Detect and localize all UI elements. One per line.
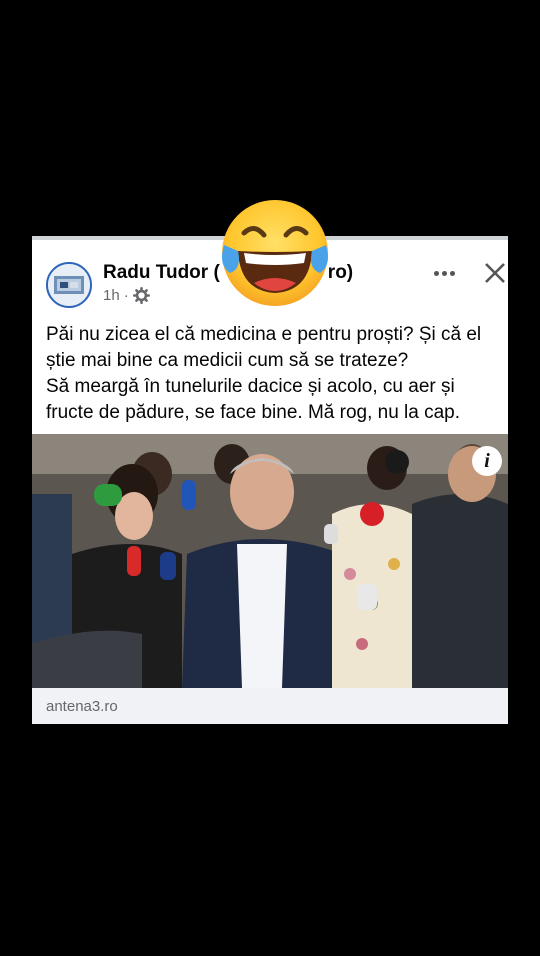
press-crowd-image [32,434,508,688]
close-icon[interactable] [482,258,508,288]
more-options-icon[interactable] [430,262,458,284]
meta-separator: · [123,287,129,304]
gear-icon [132,287,150,304]
author-name-start: Radu Tudor ( [103,262,220,283]
post-time[interactable]: 1h [103,287,120,304]
link-domain[interactable]: antena3.ro [46,698,118,715]
link-preview-bar[interactable]: antena3.ro [32,688,508,724]
post-meta: 1h · [103,287,150,304]
laughing-tears-emoji [222,200,328,306]
post-photo[interactable]: i [32,434,508,688]
post-text-paragraph-1: Păi nu zicea el că medicina e pentru pro… [46,324,482,371]
post-text-paragraph-2: Să meargă în tunelurile dacice și acolo,… [46,376,461,423]
avatar-image [48,264,90,306]
info-icon[interactable]: i [472,446,502,476]
avatar[interactable] [46,262,92,308]
post-text: Păi nu zicea el că medicina e pentru pro… [46,322,502,426]
